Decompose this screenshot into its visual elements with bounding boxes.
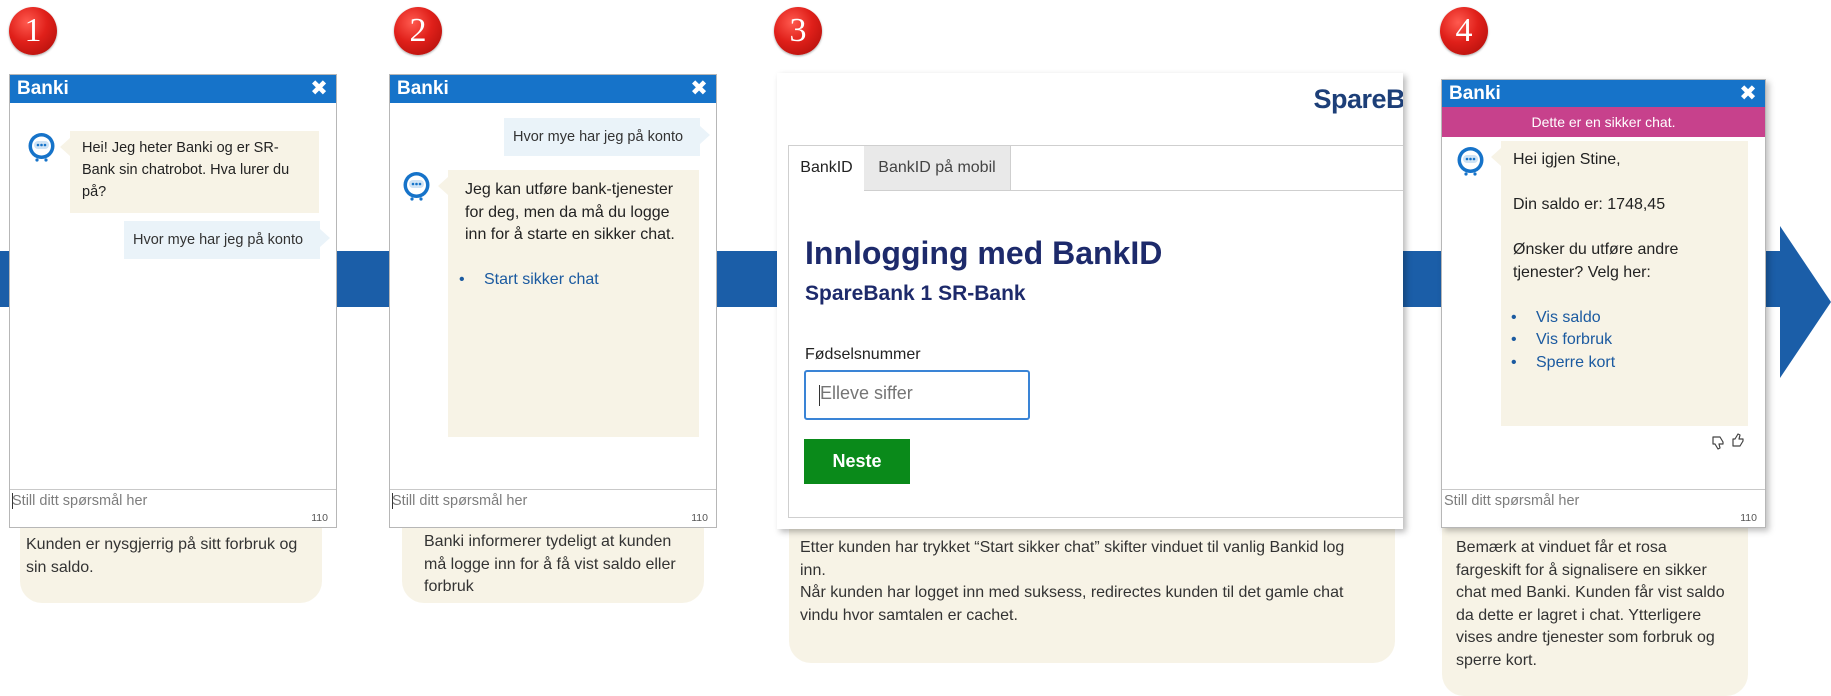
- bot-message-text: Hei! Jeg heter Banki og er SR-Bank sin c…: [82, 140, 290, 200]
- step-marker-4: 4: [1440, 7, 1488, 55]
- close-icon[interactable]: ✖: [689, 75, 709, 103]
- bankid-login-window: SpareB BankID BankID på mobil Innlogging…: [777, 73, 1403, 529]
- user-message: Hvor mye har jeg på konto: [504, 118, 710, 156]
- step-marker-3: 3: [774, 7, 822, 55]
- chat-header: Banki ✖: [1442, 80, 1765, 107]
- show-spending-link[interactable]: Vis forbruk: [1501, 329, 1736, 352]
- caption-step-4: Bemærk at vinduet får et rosa fargeskift…: [1442, 527, 1748, 696]
- chat-input-bar: 110: [1442, 489, 1765, 527]
- char-counter: 110: [691, 512, 708, 524]
- chat-window-step-4-secure: Banki ✖ Dette er en sikker chat. Hei igj…: [1441, 79, 1766, 528]
- chatbot-avatar-icon: [1457, 147, 1484, 176]
- char-counter: 110: [1740, 512, 1757, 524]
- chat-header: Banki ✖: [10, 75, 336, 103]
- caption-text: Kunden er nysgjerrig på sitt forbruk og …: [26, 536, 298, 576]
- chatbot-avatar-icon: [403, 172, 430, 201]
- chat-input[interactable]: [392, 493, 652, 509]
- chat-title: Banki: [397, 78, 449, 99]
- greeting-text: Hei igjen Stine,: [1513, 151, 1621, 168]
- caption-text: Bemærk at vinduet får et rosa fargeskift…: [1456, 539, 1725, 669]
- close-icon[interactable]: ✖: [309, 75, 329, 103]
- bot-message-text: Jeg kan utføre bank-tjenester for deg, m…: [465, 181, 675, 243]
- id-number-input[interactable]: [820, 383, 1020, 404]
- step-marker-1: 1: [9, 7, 57, 55]
- chat-input-bar: 110: [10, 489, 336, 527]
- block-card-link[interactable]: Sperre kort: [1501, 352, 1736, 375]
- secure-chat-banner: Dette er en sikker chat.: [1442, 107, 1765, 137]
- action-links: Start sikker chat: [449, 269, 683, 292]
- user-message-text: Hvor mye har jeg på konto: [133, 232, 304, 248]
- caption-step-1: Kunden er nysgjerrig på sitt forbruk og …: [20, 527, 322, 603]
- thumbs-up-icon[interactable]: [1730, 432, 1746, 448]
- chat-title: Banki: [17, 78, 69, 99]
- chatbot-avatar-icon: [28, 133, 55, 162]
- field-label: Fødselsnummer: [805, 346, 921, 363]
- service-links: Vis saldo Vis forbruk Sperre kort: [1501, 307, 1736, 375]
- balance-text: Din saldo er: 1748,45: [1513, 196, 1666, 213]
- brand-logo: SpareB: [1313, 84, 1403, 114]
- login-heading: Innlogging med BankID: [805, 235, 1163, 271]
- close-icon[interactable]: ✖: [1738, 80, 1758, 107]
- caption-text-line-1: Etter kunden har trykket “Start sikker c…: [800, 539, 1345, 579]
- char-counter: 110: [311, 512, 328, 524]
- bank-name: SpareBank 1 SR-Bank: [805, 282, 1026, 305]
- chat-input[interactable]: [1444, 493, 1704, 509]
- bankid-form-frame: BankID BankID på mobil Innlogging med Ba…: [788, 145, 1403, 518]
- chat-input-bar: 110: [390, 489, 716, 527]
- bot-message: Hei igjen Stine, Din saldo er: 1748,45 Ø…: [1491, 141, 1748, 426]
- next-button[interactable]: Neste: [804, 439, 910, 484]
- chat-window-step-2: Banki ✖ Hvor mye har jeg på konto Jeg ka…: [389, 74, 717, 528]
- caption-text: Banki informerer tydeligt at kunden må l…: [424, 533, 676, 595]
- user-message-text: Hvor mye har jeg på konto: [513, 129, 684, 145]
- flow-arrow-head: [1780, 226, 1831, 378]
- start-secure-chat-link[interactable]: Start sikker chat: [449, 269, 683, 292]
- caption-step-3: Etter kunden har trykket “Start sikker c…: [789, 527, 1395, 663]
- chat-window-step-1: Banki ✖ Hei! Jeg heter Banki og er SR-Ba…: [9, 74, 337, 528]
- user-message: Hvor mye har jeg på konto: [124, 221, 330, 259]
- bot-message: Jeg kan utføre bank-tjenester for deg, m…: [438, 170, 699, 437]
- chat-header: Banki ✖: [390, 75, 716, 103]
- chat-title: Banki: [1449, 83, 1501, 104]
- step-marker-2: 2: [394, 7, 442, 55]
- caption-text-line-2: Når kunden har logget inn med suksess, r…: [800, 584, 1344, 624]
- chat-input[interactable]: [12, 493, 272, 509]
- bot-message: Hei! Jeg heter Banki og er SR-Bank sin c…: [60, 131, 319, 213]
- tab-bankid[interactable]: BankID: [789, 146, 865, 191]
- show-balance-link[interactable]: Vis saldo: [1501, 307, 1736, 330]
- thumbs-down-icon[interactable]: [1710, 435, 1726, 451]
- id-number-field-frame: [804, 370, 1030, 420]
- caption-step-2: Banki informerer tydeligt at kunden må l…: [402, 527, 704, 603]
- question-text: Ønsker du utføre andre tjenester? Velg h…: [1513, 241, 1679, 281]
- tab-bankid-mobil[interactable]: BankID på mobil: [864, 146, 1011, 190]
